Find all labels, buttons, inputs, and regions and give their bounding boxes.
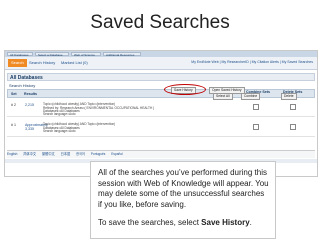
callout-paragraph: All of the searches you’ve performed dur… [98, 168, 269, 209]
language-link[interactable]: 简体中文 [23, 152, 36, 156]
history-table-header: Set Results Combine Sets Delete Sets [7, 89, 315, 98]
tab-search[interactable]: Search [8, 59, 27, 67]
delete-checkbox[interactable] [290, 124, 296, 130]
explanation-callout: All of the searches you’ve performed dur… [90, 161, 276, 239]
tab-marked-list[interactable]: Marked List (0) [61, 59, 88, 67]
delete-checkbox[interactable] [290, 104, 296, 110]
language-link[interactable]: 日本語 [61, 152, 71, 156]
set-number: # 2 [11, 103, 16, 107]
column-set: Set [11, 92, 17, 96]
select-all-button[interactable]: Select All [213, 93, 233, 100]
combine-button[interactable]: Combine [241, 93, 261, 100]
screenshot-panel: All Databases Select a Database Web of S… [4, 50, 318, 177]
delete-button[interactable]: Delete [281, 93, 297, 100]
language-link[interactable]: English [7, 152, 17, 156]
instruction-suffix: . [249, 218, 252, 228]
tab-search-history[interactable]: Search History [29, 59, 55, 67]
page-title: All Databases [7, 73, 315, 81]
language-link[interactable]: 繁體中文 [42, 152, 55, 156]
set-number: # 1 [11, 123, 16, 127]
tab-all-databases[interactable]: All Databases [7, 52, 33, 57]
results-link[interactable]: Approximately 3,335 [25, 123, 48, 131]
language-link[interactable]: Español [111, 152, 123, 156]
instruction-prefix: To save the searches, select [98, 218, 202, 228]
tab-additional-resources[interactable]: Additional Resources [103, 52, 141, 57]
combine-checkbox[interactable] [253, 104, 259, 110]
query-line: Search language=Auto [43, 112, 76, 116]
header-links[interactable]: My EndNote Web | My ResearcherID | My Ci… [191, 60, 313, 64]
header-band: Search Search History Marked List (0) My… [5, 57, 317, 70]
table-row: # 1 Approximately 3,335 Topic=(childhood… [7, 121, 315, 137]
tab-web-of-science[interactable]: Web of Science [71, 52, 101, 57]
tab-select-database[interactable]: Select a Database [35, 52, 69, 57]
language-link[interactable]: 한국어 [76, 152, 85, 156]
save-history-highlight-circle [164, 84, 206, 95]
results-link[interactable]: 2,215 [25, 103, 34, 107]
slide-title: Saved Searches [90, 12, 230, 33]
callout-instruction: To save the searches, select Save Histor… [98, 218, 269, 229]
save-history-emphasis: Save History [201, 218, 250, 228]
table-row: # 2 2,215 Topic=(childhood obesity) AND … [7, 101, 315, 117]
language-link[interactable]: Português [91, 152, 106, 156]
column-results: Results [24, 92, 37, 96]
search-history-subtitle: Search History [9, 83, 36, 88]
combine-checkbox[interactable] [253, 124, 259, 130]
language-bar: English 简体中文 繁體中文 日本語 한국어 Português Espa… [7, 150, 315, 158]
query-line: Search language=Auto [43, 129, 76, 133]
